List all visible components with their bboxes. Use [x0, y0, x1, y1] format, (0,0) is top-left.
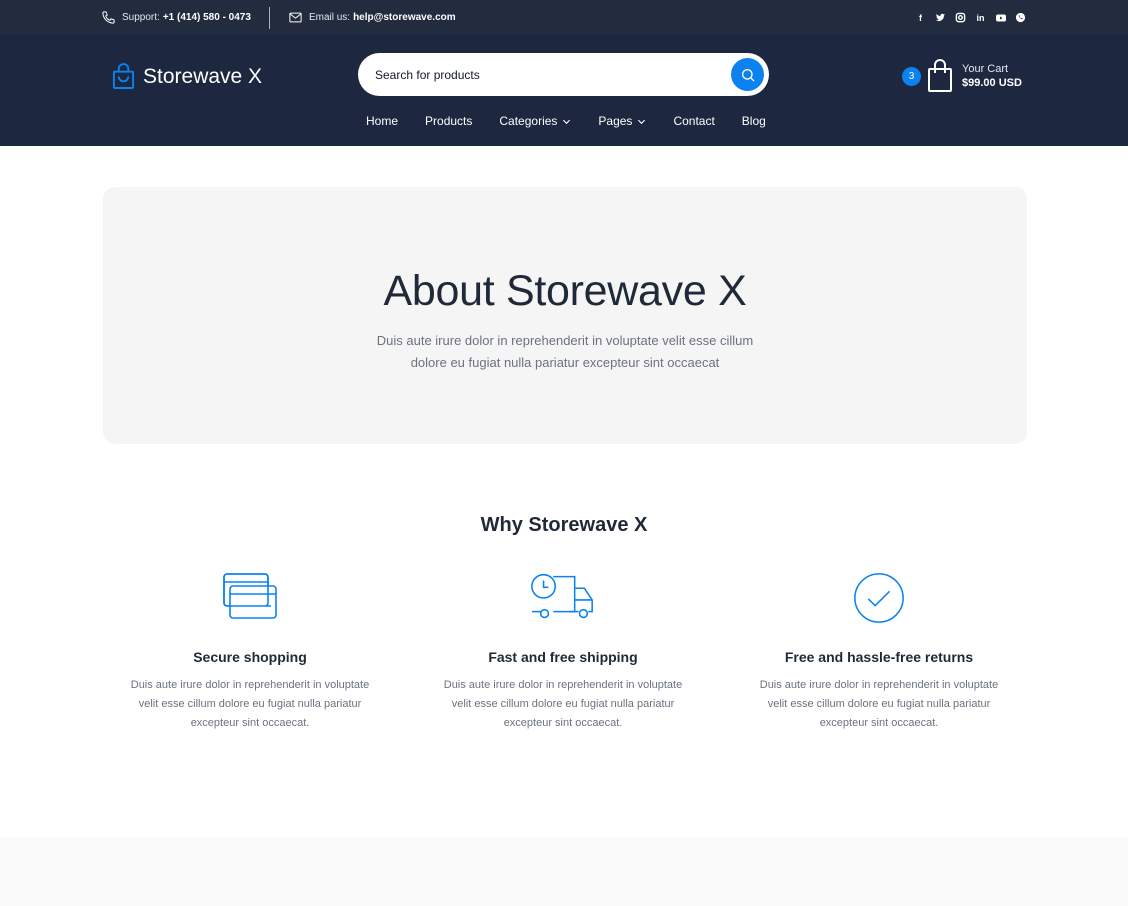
cart-total: $99.00 USD — [962, 77, 1022, 89]
cart-widget[interactable]: 3 Your Cart $99.00 USD — [902, 59, 1022, 93]
support-phone-link[interactable]: +1 (414) 580 - 0473 — [163, 12, 251, 23]
check-circle-icon — [854, 573, 904, 623]
facebook-icon[interactable]: f — [914, 11, 927, 24]
email-info: Email us: help@storewave.com — [288, 10, 456, 25]
search-bar — [358, 53, 769, 96]
feature-text: Duis aute irure dolor in reprehenderit i… — [759, 679, 999, 729]
nav-pages[interactable]: Pages — [598, 114, 646, 128]
search-icon — [741, 68, 754, 81]
nav-pages-label: Pages — [598, 114, 633, 128]
phone-icon — [102, 11, 115, 24]
nav-contact-label: Contact — [673, 114, 715, 128]
chevron-down-icon — [563, 119, 571, 124]
main-header: Storewave X Home Products Categories Pag… — [0, 35, 1128, 146]
about-hero: About Storewave X Duis aute irure dolor … — [103, 187, 1027, 444]
nav-home-label: Home — [366, 114, 399, 128]
feature-title: Free and hassle-free returns — [784, 649, 974, 665]
next-section — [0, 838, 1128, 906]
divider — [268, 6, 270, 29]
feature-text: Duis aute irure dolor in reprehenderit i… — [443, 679, 683, 729]
cart-info: Your Cart $99.00 USD — [962, 63, 1022, 89]
youtube-icon[interactable] — [994, 11, 1007, 24]
mail-icon — [289, 12, 302, 23]
nav-home[interactable]: Home — [366, 114, 398, 128]
page-title: About Storewave X — [383, 267, 747, 315]
support-info: Support: +1 (414) 580 - 0473 — [101, 10, 251, 25]
shopping-bag-logo-icon — [112, 63, 135, 89]
feature-card: Free and hassle-free returns Duis aute i… — [749, 570, 1009, 733]
linkedin-icon[interactable]: in — [974, 11, 987, 24]
twitter-icon[interactable] — [934, 11, 947, 24]
nav-blog[interactable]: Blog — [742, 114, 766, 128]
nav-categories-label: Categories — [499, 114, 558, 128]
top-bar: Support: +1 (414) 580 - 0473 Email us: h… — [0, 0, 1128, 35]
search-button[interactable] — [731, 58, 764, 91]
feature-card: Secure shopping Duis aute irure dolor in… — [120, 570, 380, 733]
email-link[interactable]: help@storewave.com — [353, 12, 456, 23]
logo-text: Storewave X — [143, 64, 263, 88]
email-label: Email us: — [308, 12, 351, 23]
feature-card: Fast and free shipping Duis aute irure d… — [433, 570, 693, 733]
credit-card-icon — [223, 573, 277, 619]
nav-products-label: Products — [425, 114, 473, 128]
search-input[interactable] — [375, 53, 735, 96]
feature-text: Duis aute irure dolor in reprehenderit i… — [130, 679, 370, 729]
nav-categories[interactable]: Categories — [499, 114, 571, 128]
chevron-down-icon — [638, 119, 646, 124]
whatsapp-icon[interactable] — [1014, 11, 1027, 24]
nav-contact[interactable]: Contact — [673, 114, 714, 128]
support-label: Support: — [122, 12, 160, 23]
nav-products[interactable]: Products — [425, 114, 472, 128]
cart-count-badge: 3 — [902, 66, 921, 86]
instagram-icon[interactable] — [954, 11, 967, 24]
feature-title: Secure shopping — [193, 649, 307, 665]
shopping-bag-icon — [928, 59, 952, 92]
cart-label: Your Cart — [962, 63, 1009, 75]
main-nav: Home Products Categories Pages Contact B… — [366, 114, 793, 128]
logo[interactable]: Storewave X — [112, 63, 262, 90]
social-links: f in — [914, 11, 1027, 24]
hero-description: Duis aute irure dolor in reprehenderit i… — [376, 333, 754, 370]
feature-title: Fast and free shipping — [488, 649, 638, 665]
nav-blog-label: Blog — [741, 114, 766, 128]
section-title: Why Storewave X — [480, 514, 648, 536]
delivery-truck-icon — [531, 573, 593, 619]
